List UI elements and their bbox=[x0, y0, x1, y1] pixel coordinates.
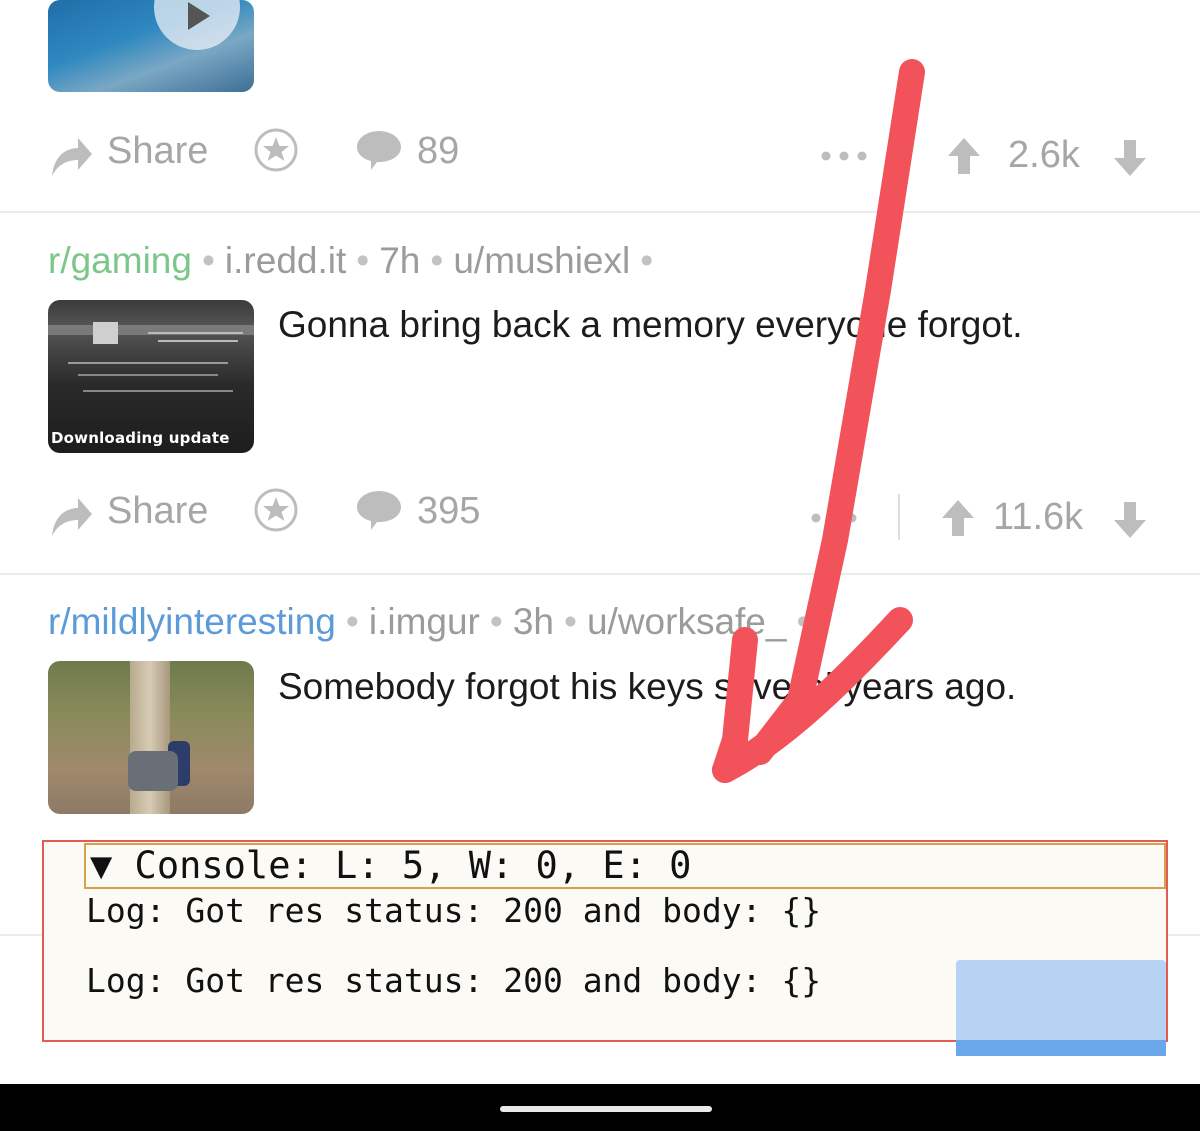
annotation-arrow bbox=[712, 59, 925, 783]
home-gesture-handle[interactable] bbox=[500, 1106, 712, 1112]
